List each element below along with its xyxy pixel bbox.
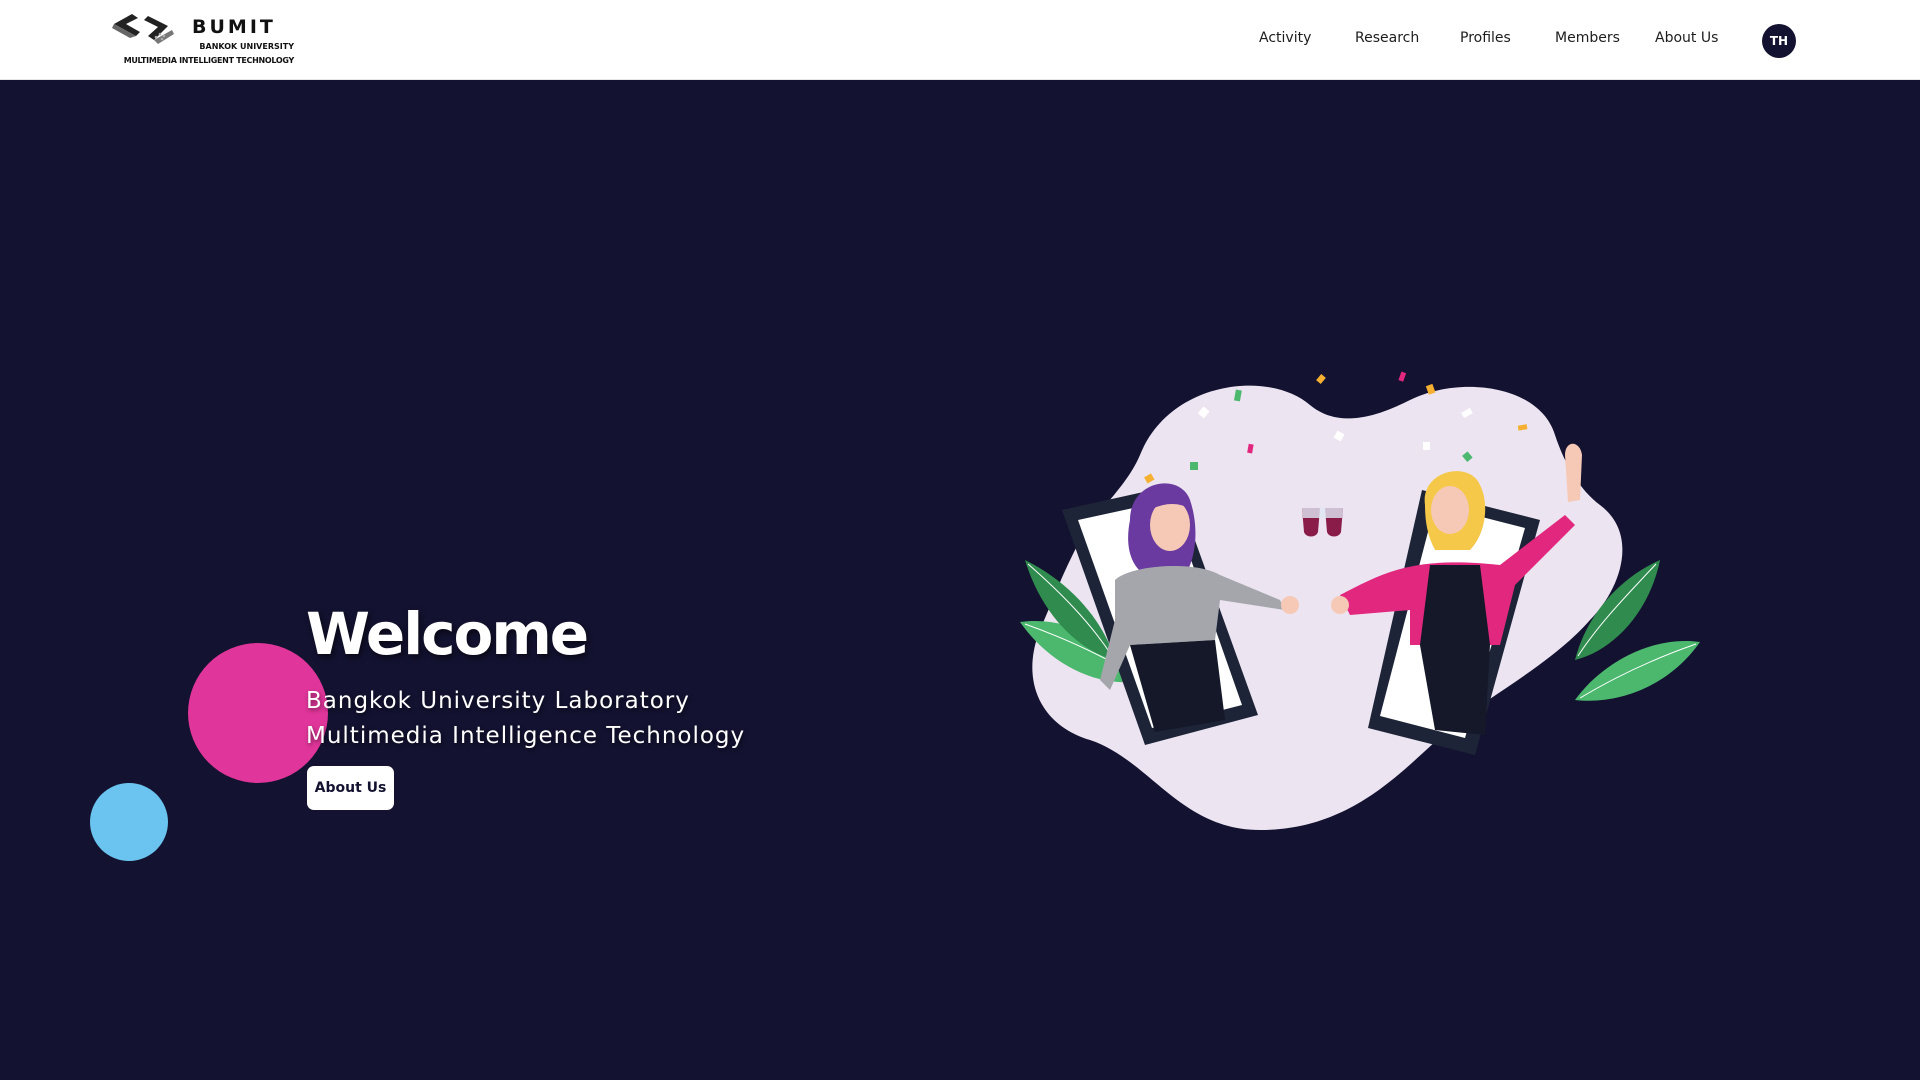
nav-research[interactable]: Research: [1355, 30, 1419, 46]
hero-title: Welcome: [306, 600, 589, 668]
decorative-blue-circle: [90, 783, 168, 861]
hero-subtitle-line-2: Multimedia Intelligence Technology: [306, 723, 746, 749]
language-toggle-button[interactable]: TH: [1762, 24, 1796, 58]
nav-profiles[interactable]: Profiles: [1460, 30, 1511, 46]
hero-subtitle-line-1: Bangkok University Laboratory: [306, 688, 690, 714]
logo-subtitle-university: BANKOK UNIVERSITY: [199, 42, 294, 51]
site-logo[interactable]: BUMIT BANKOK UNIVERSITY MULTIMEDIA INTEL…: [110, 12, 294, 70]
logo-title: BUMIT: [192, 16, 276, 38]
celebration-illustration-icon: [1020, 371, 1700, 830]
nav-about-us[interactable]: About Us: [1655, 30, 1718, 46]
top-navbar: BUMIT BANKOK UNIVERSITY MULTIMEDIA INTEL…: [0, 0, 1920, 80]
about-us-button[interactable]: About Us: [307, 766, 394, 810]
nav-activity[interactable]: Activity: [1259, 30, 1311, 46]
nav-members[interactable]: Members: [1555, 30, 1620, 46]
bumit-logo-mark-icon: [112, 14, 174, 44]
logo-subtitle-lab: MULTIMEDIA INTELLIGENT TECHNOLOGY: [123, 56, 295, 65]
